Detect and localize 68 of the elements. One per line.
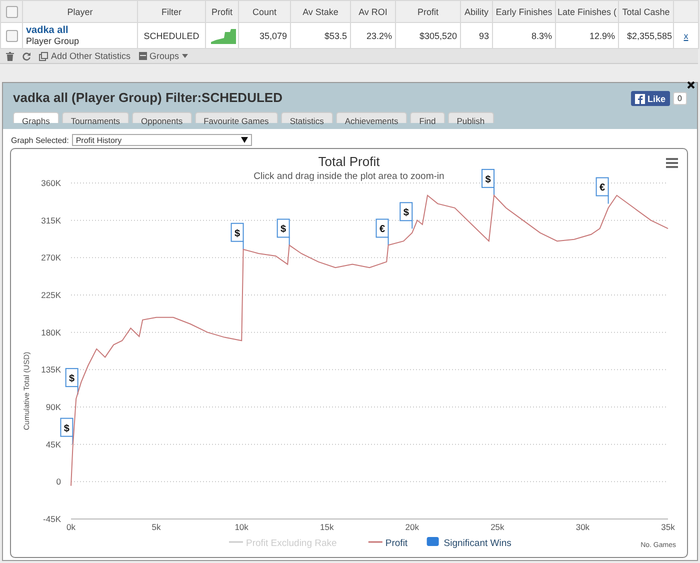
x-tick-label: 35k	[661, 522, 675, 532]
y-tick-label: 315K	[41, 215, 61, 226]
caret-icon	[240, 137, 248, 143]
column-header[interactable]: Ability	[460, 0, 492, 22]
tab[interactable]: Tournaments	[62, 112, 130, 123]
column-header[interactable]: Av ROI	[350, 0, 396, 22]
y-tick-label: 270K	[41, 252, 61, 263]
annotation: $	[234, 228, 240, 240]
annotation: $	[64, 423, 70, 434]
graph-select-label: Graph Selected:	[11, 136, 69, 144]
x-tick-label: 10k	[234, 522, 248, 532]
chart-subtitle: Click and drag inside the plot area to zoom-in	[254, 171, 444, 182]
legend-item[interactable]: Profit	[368, 538, 408, 549]
panel-title: vadka all (Player Group) Filter:SCHEDULED	[13, 90, 282, 105]
like-button[interactable]: Like	[630, 91, 670, 106]
y-tick-label: 225K	[41, 290, 61, 300]
annotation: €	[379, 224, 386, 236]
y-tick-label: 45K	[46, 439, 61, 450]
column-header[interactable]: Profit	[206, 0, 238, 22]
column-header[interactable]: Late Finishes (	[556, 0, 618, 22]
x-tick-label: 25k	[490, 522, 504, 532]
graph-dropdown[interactable]: Profit History	[72, 134, 252, 146]
annotation: $	[69, 374, 76, 385]
column-header[interactable]: Total Cashe	[618, 0, 674, 22]
tab[interactable]: Publish	[448, 112, 494, 123]
menu-icon[interactable]	[666, 158, 678, 168]
annotation: $	[280, 224, 287, 236]
y-tick-label: 135K	[41, 364, 61, 375]
like-count: 0	[672, 92, 687, 105]
add-statistics-button[interactable]: Add Other Statistics	[39, 51, 131, 61]
player-link[interactable]: vadka all	[26, 24, 134, 36]
column-header[interactable]: Early Finishes	[492, 0, 556, 22]
column-header[interactable]: Count	[238, 0, 290, 22]
y-tick-label: 90K	[46, 402, 61, 412]
legend-label: Profit	[385, 538, 408, 549]
column-header[interactable]: Av Stake	[290, 0, 350, 22]
y-tick-label: -45K	[43, 514, 61, 524]
annotation: $	[403, 208, 410, 219]
groups-button[interactable]: Groups	[138, 51, 188, 61]
column-header[interactable]: Filter	[138, 0, 206, 22]
close-button[interactable]	[687, 81, 695, 89]
legend-item[interactable]: Significant Wins	[426, 537, 512, 549]
player-type: Player Group	[26, 36, 80, 46]
x-tick-label: 20k	[405, 522, 419, 532]
y-tick-label: 0	[56, 476, 61, 487]
tab[interactable]: Statistics	[280, 112, 333, 123]
column-header[interactable]: Profit	[396, 0, 460, 22]
tab[interactable]: Favourite Games	[194, 112, 278, 123]
trash-icon[interactable]	[6, 52, 14, 60]
tab[interactable]: Find	[410, 112, 445, 123]
row-checkbox[interactable]	[6, 30, 18, 42]
refresh-icon[interactable]	[22, 52, 31, 60]
x-tick-label: 0k	[66, 522, 76, 532]
column-header[interactable]: Player	[22, 0, 138, 22]
caret-icon	[182, 54, 188, 58]
x-tick-label: 15k	[320, 522, 334, 532]
chart-title: Total Profit	[318, 154, 380, 169]
x-tick-label: 5k	[152, 522, 161, 532]
folder-icon	[138, 52, 147, 60]
copy-icon	[39, 52, 48, 60]
y-tick-label: 180K	[41, 327, 61, 338]
y-tick-label: 360K	[41, 178, 61, 188]
tab[interactable]: Achievements	[336, 112, 408, 123]
x-tick-label: 30k	[576, 522, 590, 532]
annotation: $	[485, 174, 492, 186]
annotation: €	[600, 182, 606, 194]
facebook-icon	[634, 94, 645, 104]
select-all-checkbox[interactable]	[6, 6, 18, 18]
